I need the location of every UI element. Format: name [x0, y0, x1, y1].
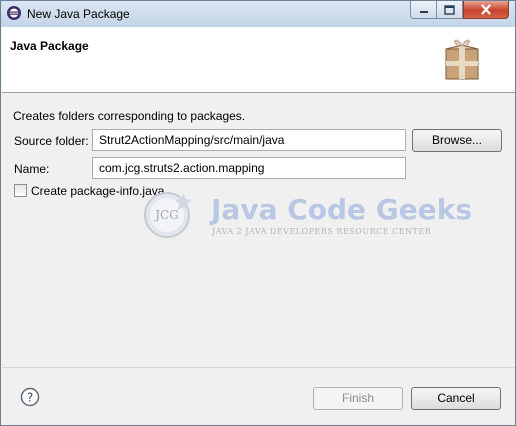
package-icon: [445, 39, 479, 80]
close-button[interactable]: [463, 1, 509, 19]
title-bar[interactable]: New Java Package: [1, 1, 515, 27]
svg-text:?: ?: [27, 391, 33, 405]
package-name-input[interactable]: [92, 157, 406, 179]
window-title: New Java Package: [27, 7, 130, 21]
package-info-checkbox[interactable]: [14, 184, 27, 197]
minimize-icon: [419, 10, 428, 13]
wizard-banner: Java Package: [2, 27, 515, 93]
close-icon: [481, 4, 491, 15]
help-icon[interactable]: ?: [20, 387, 40, 407]
page-description: Creates folders corresponding to package…: [13, 109, 246, 123]
source-folder-input[interactable]: [92, 129, 406, 151]
eclipse-icon: [7, 6, 21, 20]
source-folder-label: Source folder:: [14, 134, 89, 148]
banner-title: Java Package: [10, 39, 89, 53]
java-code-geeks-watermark: JCG Java Code Geeks JAVA 2 JAVA DEVELOPE…: [139, 183, 472, 247]
name-label: Name:: [14, 162, 50, 176]
browse-button[interactable]: Browse...: [412, 129, 502, 152]
finish-button[interactable]: Finish: [313, 387, 403, 410]
new-java-package-dialog: New Java Package Java Package Creates fo…: [0, 0, 516, 426]
maximize-icon: [444, 4, 455, 15]
jcg-logo: JCG: [144, 192, 192, 238]
minimize-button[interactable]: [410, 1, 437, 19]
maximize-button[interactable]: [436, 1, 463, 19]
cancel-button[interactable]: Cancel: [411, 387, 501, 410]
footer-separator: [2, 367, 515, 368]
watermark-subtitle: JAVA 2 JAVA DEVELOPERS RESOURCE CENTER: [212, 227, 432, 236]
jcg-logo-text: JCG: [153, 208, 179, 222]
watermark-title: Java Code Geeks: [211, 193, 473, 226]
